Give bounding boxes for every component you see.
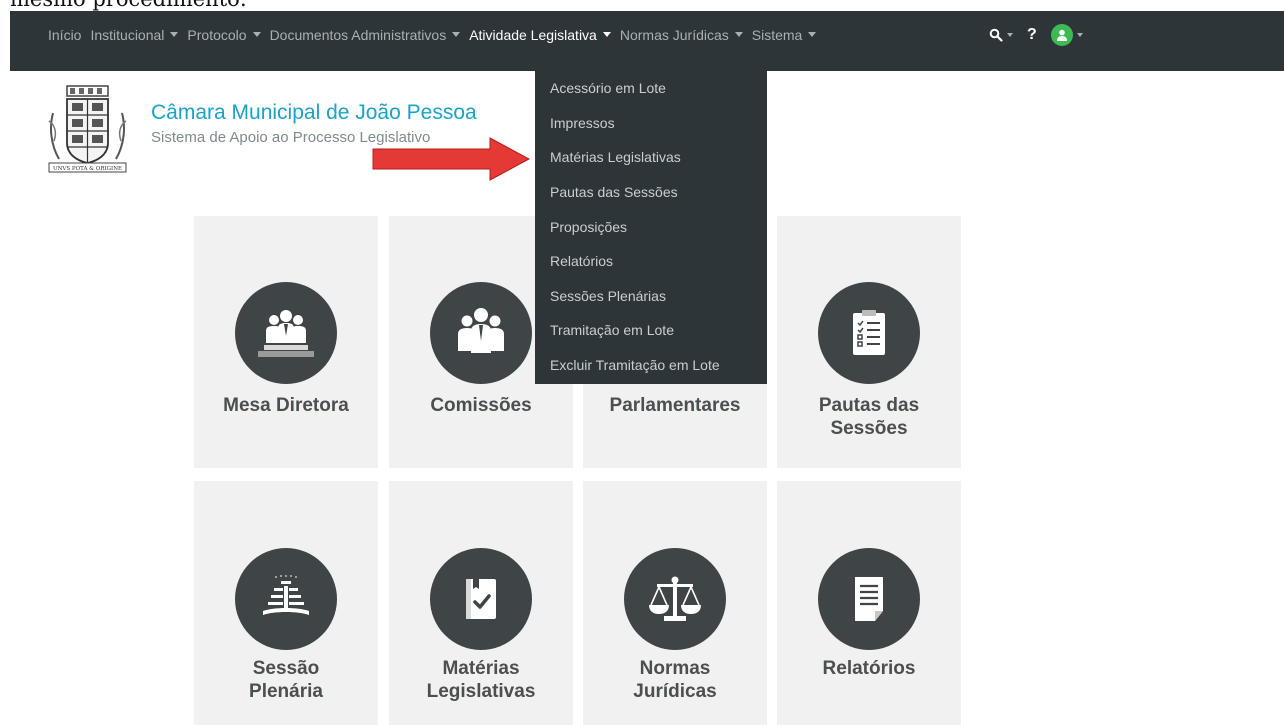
card-label-line1: Mesa Diretora [223,395,349,416]
card-mesa-diretora[interactable]: Mesa Diretora [194,216,378,468]
nav-item-sistema[interactable]: Sistema [752,27,817,43]
card-label: Pautas das Sessões [777,394,961,440]
menu-item-proposicoes[interactable]: Proposições [535,209,767,244]
nav-menu: Início Institucional Protocolo Documento… [48,11,825,58]
card-label-line1: Relatórios [822,658,916,679]
nav-item-label: Institucional [90,26,165,43]
card-label-line2: Sessões [830,418,908,439]
card-label-line1: Comissões [430,395,532,416]
caret-down-icon [452,32,461,37]
card-label-line2: Legislativas [426,681,536,702]
menu-item-impressos[interactable]: Impressos [535,106,767,141]
atividade-legislativa-dropdown: Acessório em Lote Impressos Matérias Leg… [535,71,767,384]
comissoes-icon [430,282,532,384]
card-label: Comissões [389,394,573,417]
nav-item-documentos-administrativos[interactable]: Documentos Administrativos [270,27,461,43]
card-label-line2: Jurídicas [633,681,717,702]
nav-item-label: Normas Jurídicas [619,26,729,43]
avatar [1050,23,1073,46]
card-label-line2: Plenária [249,681,323,702]
nav-item-label: Início [48,26,82,43]
caret-down-icon [1076,32,1083,37]
nav-item-inicio[interactable]: Início [48,27,81,43]
logo-motto: UNVS POTA & ORIGINE [53,166,122,172]
nav-item-label: Protocolo [187,26,247,43]
top-navbar: Início Institucional Protocolo Documento… [10,11,1284,71]
card-sessao-plenaria[interactable]: Sessão Plenária [194,481,378,725]
card-label-line1: Sessão [252,658,320,679]
caret-down-icon [602,32,611,37]
card-relatorios[interactable]: Relatórios [777,481,961,725]
menu-item-excluir-tramitacao-em-lote[interactable]: Excluir Tramitação em Lote [535,348,767,383]
plenary-icon [235,548,337,650]
nav-tools: ? [989,11,1097,58]
caret-down-icon [252,32,261,37]
nav-item-normas-juridicas[interactable]: Normas Jurídicas [620,27,743,43]
search-menu-button[interactable] [989,28,1013,42]
caret-down-icon [734,32,743,37]
caret-down-icon [1007,32,1013,37]
menu-item-materias-legislativas[interactable]: Matérias Legislativas [535,140,767,175]
coat-of-arms-logo[interactable]: UNVS POTA & ORIGINE [45,83,130,175]
user-menu-button[interactable] [1050,23,1083,46]
nav-item-label: Atividade Legislativa [469,26,597,43]
site-title[interactable]: Câmara Municipal de João Pessoa [151,101,477,125]
card-label: Relatórios [777,657,961,680]
caret-down-icon [808,32,817,37]
menu-item-sessoes-plenarias[interactable]: Sessões Plenárias [535,279,767,314]
nav-item-atividade-legislativa[interactable]: Atividade Legislativa [469,27,611,43]
nav-item-protocolo[interactable]: Protocolo [187,26,261,43]
card-label: Matérias Legislativas [389,657,573,703]
user-icon [1056,29,1067,41]
menu-item-relatorios[interactable]: Relatórios [535,244,767,279]
card-label-line1: Parlamentares [609,395,741,416]
checklist-icon [818,282,920,384]
app-root: { "caption": "mesmo procedimento:", "nav… [0,0,1284,725]
card-label: Mesa Diretora [194,394,378,417]
nav-item-label: Documentos Administrativos [269,26,447,43]
nav-item-institucional[interactable]: Institucional [90,26,179,43]
search-icon [989,28,1003,42]
card-materias-legislativas[interactable]: Matérias Legislativas [389,481,573,725]
card-label-line1: Pautas das [818,395,920,416]
menu-item-pautas-das-sessoes[interactable]: Pautas das Sessões [535,175,767,210]
help-button[interactable]: ? [1027,26,1037,44]
menu-item-acessorio-em-lote[interactable]: Acessório em Lote [535,71,767,106]
card-normas-juridicas[interactable]: Normas Jurídicas [583,481,767,725]
caret-down-icon [170,32,179,37]
nav-item-label: Sistema [751,26,803,43]
card-label-line1: Normas [639,658,711,679]
document-icon [818,548,920,650]
book-check-icon [430,548,532,650]
card-pautas-das-sessoes[interactable]: Pautas das Sessões [777,216,961,468]
card-label-line1: Matérias [442,658,520,679]
document-caption: mesmo procedimento: [10,0,247,11]
card-label: Parlamentares [583,394,767,417]
annotation-arrow [372,137,530,181]
card-label: Sessão Plenária [194,657,378,703]
scales-icon [624,548,726,650]
menu-item-tramitacao-em-lote[interactable]: Tramitação em Lote [535,313,767,348]
card-label: Normas Jurídicas [583,657,767,703]
mesa-diretora-icon [235,282,337,384]
